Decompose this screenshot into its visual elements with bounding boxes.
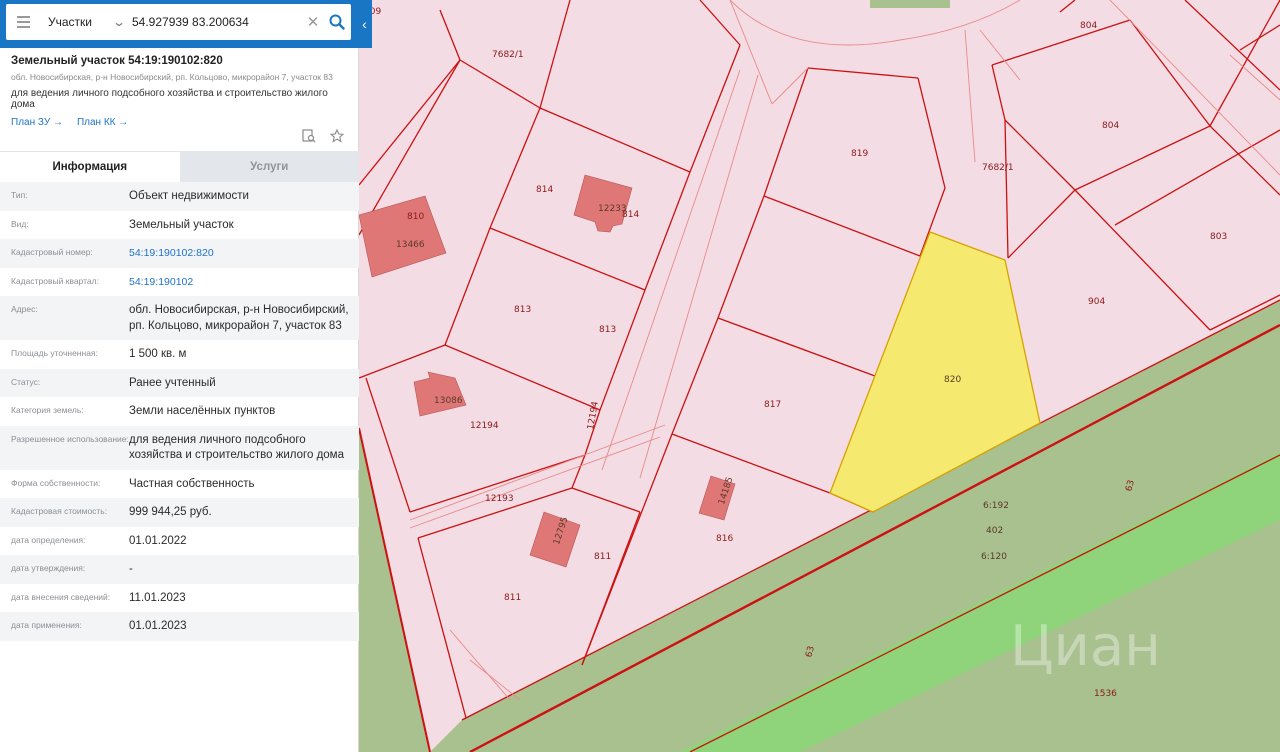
info-row: Разрешенное использование: для ведения ли… [0,425,359,470]
info-value: Ранее учтенный [129,376,216,389]
info-value: обл. Новосибирская, р-н Новосибирский, р… [129,304,349,332]
info-value-link[interactable]: 54:19:190102 [129,268,351,297]
parcel-address: обл. Новосибирская, р-н Новосибирский, р… [11,72,333,82]
search-icon[interactable] [323,4,351,40]
action-icons [301,128,345,144]
info-row: дата определения: 01.01.2022 [0,527,359,556]
label-816: 816 [716,534,733,544]
info-value: Земельный участок [129,218,234,231]
info-row: Кадастровый квартал: 54:19:190102 [0,268,359,297]
plan-links: План ЗУ → План КК → [11,117,348,128]
plan-kk-link[interactable]: План КК → [77,117,128,128]
star-icon[interactable] [329,128,345,144]
info-row: Категория земель: Земли населённых пункто… [0,397,359,426]
info-value: Земли населённых пунктов [129,405,276,417]
search-box: Участки ⌄ ✕ [6,4,351,40]
label-1536: 1536 [1094,689,1117,699]
info-row: Кадастровый номер: 54:19:190102:820 [0,239,359,268]
info-key: Кадастровый квартал: [11,275,99,286]
watermark: Циан [1010,614,1161,679]
label-819: 819 [851,149,868,159]
search-input[interactable] [128,7,303,37]
info-key: Статус: [11,376,41,387]
parcel-purpose: для ведения личного подсобного хозяйства… [11,88,328,110]
label-6-192: 6:192 [983,501,1009,511]
info-panel: Участки ⌄ ✕ ‹ Земельный участок 54:19:19… [0,0,372,752]
info-list: Тип: Объект недвижимости Вид: Земельный уча… [0,182,359,641]
label-817: 817 [764,400,781,410]
info-key: Разрешенное использование: [11,433,129,444]
info-row: дата внесения сведений: 11.01.2023 [0,584,359,613]
label-402: 402 [986,526,1003,536]
info-value: 999 944,25 руб. [129,506,212,518]
info-row: Кадастровая стоимость: 999 944,25 руб. [0,498,359,527]
info-row: Форма собственности: Частная собственност… [0,470,359,499]
label-803: 803 [1210,232,1227,242]
info-row: дата применения: 01.01.2023 [0,612,359,641]
building-label-13466: 13466 [396,240,425,250]
label-904: 904 [1088,297,1105,307]
info-value: Частная собственность [129,477,255,490]
tab-info[interactable]: Информация [0,151,180,182]
building-label-12233: 12233 [598,204,627,214]
info-row: Адрес: обл. Новосибирская, р-н Новосибирс… [0,296,359,340]
plan-zu-link[interactable]: План ЗУ → [11,117,63,128]
chevron-down-icon: ⌄ [111,15,127,29]
info-key: Кадастровая стоимость: [11,506,108,516]
layer-select[interactable]: Участки ⌄ [40,4,128,40]
info-key: Вид: [11,218,29,229]
info-row: дата утверждения: - [0,555,359,584]
tab-services[interactable]: Услуги [179,151,359,182]
label-814-a: 814 [536,185,553,195]
info-row: Площадь уточненная: 1 500 кв. м [0,340,359,369]
info-key: Адрес: [11,304,38,314]
label-811-a: 811 [594,552,611,562]
parcel-title: Земельный участок 54:19:190102:820 [11,55,223,67]
info-key: дата определения: [11,534,86,545]
info-value: для ведения личного подсобного хозяйства… [129,433,344,462]
info-value: - [129,563,133,575]
label-12194: 12194 [470,421,499,431]
menu-icon[interactable] [6,4,40,40]
info-key: дата утверждения: [11,563,86,573]
info-key: Площадь уточненная: [11,348,98,358]
info-value: 1 500 кв. м [129,348,187,360]
info-value-link[interactable]: 54:19:190102:820 [129,239,351,268]
label-12193: 12193 [485,494,514,504]
label-6-120: 6:120 [981,552,1007,562]
collapse-panel-button[interactable]: ‹ [357,10,372,38]
info-key: дата применения: [11,620,82,630]
info-value: 01.01.2023 [129,620,187,632]
label-820: 820 [944,375,961,385]
clear-icon[interactable]: ✕ [303,13,323,31]
info-value: 01.01.2022 [129,534,187,547]
label-7682-1: 7682/1 [492,50,524,60]
document-search-icon[interactable] [301,128,317,144]
info-key: Форма собственности: [11,477,101,488]
parcel-header: Земельный участок 54:19:190102:820 обл. … [0,52,359,143]
label-813-a: 813 [514,305,531,315]
search-bar: Участки ⌄ ✕ ‹ [0,0,372,48]
label-7682-1-b: 7682/1 [982,163,1014,173]
tab-bar: Информация Услуги [0,151,359,182]
info-value: Объект недвижимости [129,190,249,202]
info-key: дата внесения сведений: [11,591,111,602]
building-label-13086: 13086 [434,396,463,406]
info-key: Кадастровый номер: [11,247,93,257]
label-811-b: 811 [504,593,521,603]
info-row: Статус: Ранее учтенный [0,368,359,397]
green-patch [870,0,950,8]
info-row: Вид: Земельный участок [0,211,359,240]
label-810: 810 [407,212,424,222]
label-804-b: 804 [1102,121,1119,131]
info-value: 11.01.2023 [129,591,186,604]
label-804-a: 804 [1080,21,1097,31]
label-813-b: 813 [599,325,616,335]
info-row: Тип: Объект недвижимости [0,182,359,211]
info-key: Тип: [11,190,28,200]
info-key: Категория земель: [11,405,84,415]
layer-select-label: Участки [48,15,92,29]
